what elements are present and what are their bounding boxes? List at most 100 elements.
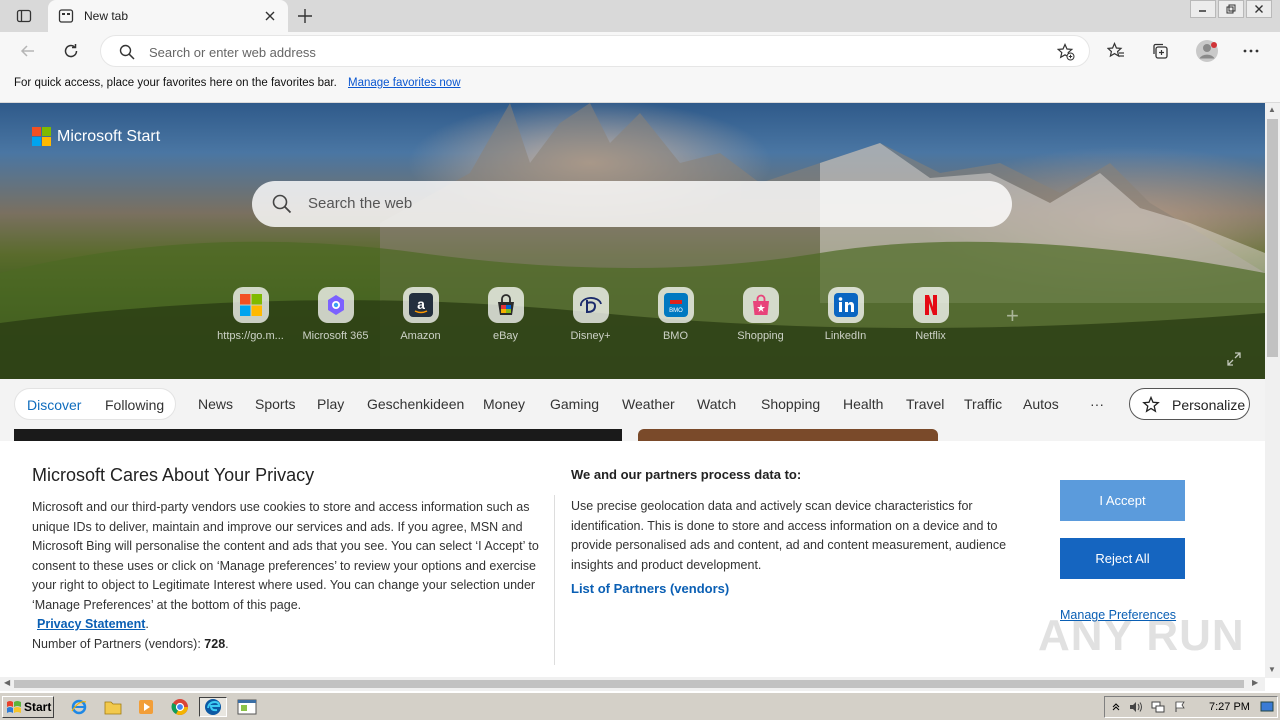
close-window-button[interactable] <box>1246 0 1272 18</box>
window-controls <box>1188 0 1272 18</box>
tab-actions-button[interactable] <box>8 4 40 28</box>
tab-following[interactable]: Following <box>105 397 164 413</box>
scroll-up-icon[interactable]: ▲ <box>1268 105 1276 114</box>
nav-item[interactable]: Autos <box>1023 396 1059 412</box>
vertical-scrollbar[interactable]: ▲ ▼ <box>1265 103 1280 678</box>
nav-item[interactable]: Travel <box>906 396 944 412</box>
profile-button[interactable] <box>1195 39 1219 63</box>
quick-link-label: eBay <box>492 330 519 342</box>
add-quick-link-button[interactable]: + <box>1006 303 1019 329</box>
quick-link[interactable]: Microsoft 365 <box>293 287 378 342</box>
favorites-button[interactable] <box>1106 41 1126 61</box>
volume-icon[interactable] <box>1128 700 1144 714</box>
nav-item[interactable]: News <box>198 396 233 412</box>
nav-item[interactable]: Gaming <box>550 396 599 412</box>
new-tab-page-icon <box>58 9 74 23</box>
punctuation: . <box>145 617 149 631</box>
reject-all-button[interactable]: Reject All <box>1060 538 1185 579</box>
close-tab-icon[interactable] <box>262 8 278 24</box>
quick-link[interactable]: https://go.m... <box>208 287 293 342</box>
accept-button[interactable]: I Accept <box>1060 480 1185 521</box>
quick-link[interactable]: Disney+ <box>548 287 633 342</box>
scroll-right-icon[interactable]: ▶ <box>1252 678 1258 687</box>
taskbar-app[interactable] <box>236 697 258 717</box>
close-icon <box>1255 5 1263 13</box>
linkedin-icon <box>827 287 864 323</box>
tab-discover[interactable]: Discover <box>27 397 81 413</box>
manage-preferences-link[interactable]: Manage Preferences <box>1060 608 1176 622</box>
nav-item[interactable]: Traffic <box>964 396 1002 412</box>
nav-item[interactable]: Watch <box>697 396 736 412</box>
taskbar-chrome[interactable] <box>169 697 191 717</box>
quick-link[interactable]: eBay <box>463 287 548 342</box>
consent-body-text: Microsoft and our third-party vendors us… <box>32 500 539 612</box>
windows-logo-icon <box>232 287 269 323</box>
personalize-button[interactable]: Personalize <box>1129 388 1250 420</box>
scrollbar-thumb[interactable] <box>1267 119 1278 357</box>
settings-more-button[interactable] <box>1241 41 1261 61</box>
refresh-button[interactable] <box>60 40 82 62</box>
tab-new-tab[interactable]: New tab <box>48 0 288 32</box>
nav-item[interactable]: Play <box>317 396 344 412</box>
personalize-label: Personalize <box>1172 397 1246 413</box>
action-center-flag-icon[interactable] <box>1172 700 1188 714</box>
favorites-star-icon <box>1107 42 1124 58</box>
scrollbar-thumb[interactable] <box>14 680 1244 688</box>
plus-icon <box>298 9 312 23</box>
list-of-partners-link[interactable]: List of Partners (vendors) <box>571 581 729 596</box>
nav-item[interactable]: Health <box>843 396 883 412</box>
microsoft-start-logo[interactable]: Microsoft Start <box>32 127 160 146</box>
scroll-down-icon[interactable]: ▼ <box>1268 665 1276 674</box>
divider <box>554 495 555 665</box>
punctuation: . <box>225 636 229 651</box>
avatar-icon <box>1196 40 1218 62</box>
folder-icon <box>104 701 122 715</box>
address-bar[interactable]: Search or enter web address <box>100 35 1090 67</box>
web-search-placeholder: Search the web <box>308 195 413 212</box>
manage-favorites-link[interactable]: Manage favorites now <box>348 77 461 89</box>
quick-link[interactable]: LinkedIn <box>803 287 888 342</box>
start-button[interactable]: Start <box>2 696 54 718</box>
consent-purposes: Use precise geolocation data and activel… <box>571 499 1007 572</box>
restore-button[interactable] <box>1218 0 1244 18</box>
nav-item[interactable]: Money <box>483 396 525 412</box>
show-desktop-icon[interactable] <box>1259 700 1275 714</box>
tray-expand-icon[interactable] <box>1108 700 1124 714</box>
expand-icon[interactable] <box>1226 351 1242 367</box>
quick-link[interactable]: a Amazon <box>378 287 463 342</box>
more-nav-button[interactable]: ··· <box>1090 396 1104 412</box>
taskbar-edge[interactable] <box>199 697 227 717</box>
web-search-box[interactable]: Search the web <box>252 181 1012 227</box>
start-label: Start <box>24 700 52 714</box>
new-tab-page: Microsoft Start Search the web https://g… <box>0 103 1265 678</box>
window-app-icon <box>237 699 257 715</box>
quick-link-label: Amazon <box>400 330 441 342</box>
taskbar-ie[interactable] <box>68 697 90 717</box>
nav-item[interactable]: Weather <box>622 396 675 412</box>
network-icon[interactable] <box>1150 700 1166 714</box>
scroll-left-icon[interactable]: ◀ <box>4 678 10 687</box>
collections-button[interactable] <box>1150 41 1170 61</box>
consent-subtitle: We and our partners process data to: <box>571 467 802 482</box>
taskbar-explorer[interactable] <box>102 697 124 717</box>
netflix-icon <box>912 287 949 323</box>
consent-title: Microsoft Cares About Your Privacy <box>32 465 315 485</box>
nav-item[interactable]: Sports <box>255 396 295 412</box>
personalize-icon <box>1142 396 1160 413</box>
privacy-statement-link[interactable]: Privacy Statement <box>37 617 145 631</box>
taskbar-media-player[interactable] <box>135 697 157 717</box>
tab-strip: New tab <box>0 0 1280 32</box>
nav-item[interactable]: Shopping <box>761 396 820 412</box>
quick-link[interactable]: Shopping <box>718 287 803 342</box>
hero-background: Microsoft Start Search the web https://g… <box>0 103 1265 379</box>
quick-link[interactable]: Netflix <box>888 287 973 342</box>
new-tab-button[interactable] <box>294 6 316 26</box>
more-dots-icon <box>1243 49 1259 53</box>
minimize-button[interactable] <box>1190 0 1216 18</box>
feed-navigation: Discover Following News Sports Play Gesc… <box>0 379 1265 429</box>
add-favorite-icon[interactable] <box>1057 43 1075 61</box>
horizontal-scrollbar[interactable]: ◀ ▶ <box>0 677 1265 691</box>
nav-item[interactable]: Geschenkideen <box>367 396 464 412</box>
quick-link[interactable]: BMO BMO <box>633 287 718 342</box>
back-button[interactable] <box>17 40 39 62</box>
